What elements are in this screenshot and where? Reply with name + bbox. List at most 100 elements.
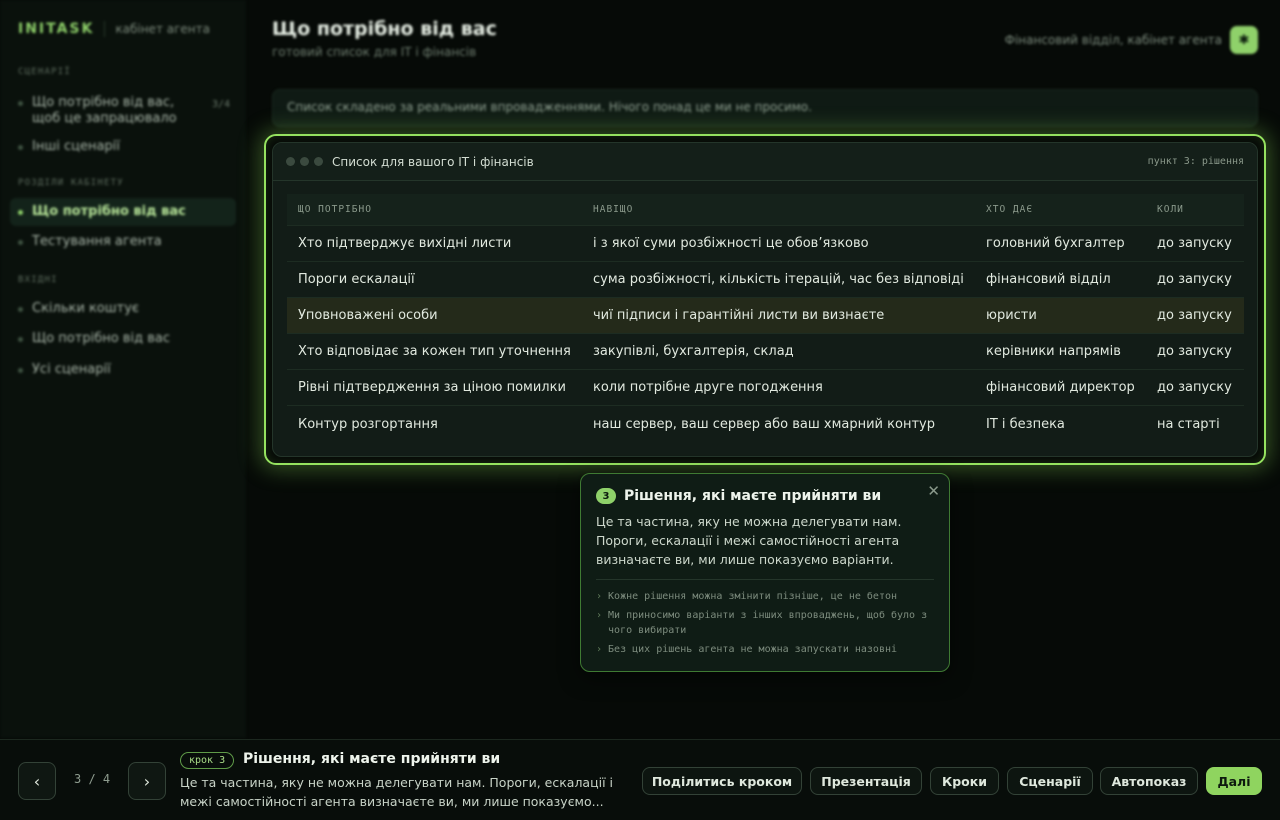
card-title: Список для вашого IT і фінансів <box>332 154 534 169</box>
tooltip-step-number: 3 <box>596 488 616 504</box>
sidebar-item-label: Усі сценарії <box>32 362 111 377</box>
card-header: Список для вашого IT і фінансів пункт 3:… <box>273 143 1257 181</box>
scenarios-button[interactable]: Сценарії <box>1007 767 1093 795</box>
cell-when: до запуску <box>1157 308 1232 323</box>
bullet-icon <box>18 145 23 150</box>
brand-subtitle: кабінет агента <box>115 22 210 36</box>
section-title-cabinet: РОЗДІЛИ КАБІНЕТУ <box>18 178 124 188</box>
presentation-button[interactable]: Презентація <box>810 767 922 795</box>
table-row: Контур розгортання наш сервер, ваш серве… <box>287 406 1244 442</box>
cell-when: на старті <box>1157 416 1220 432</box>
column-header-who: ХТО ДАЄ <box>986 204 1034 215</box>
brand-divider <box>104 21 106 37</box>
steps-button[interactable]: Кроки <box>930 767 999 795</box>
brand: INITASK кабінет агента <box>10 18 236 40</box>
column-header-why: НАВІЩО <box>593 204 634 215</box>
avatar[interactable]: ✱ <box>1230 26 1258 54</box>
table-row: Рівні підтвердження за ціною помилки кол… <box>287 370 1244 406</box>
tooltip-divider <box>596 579 934 580</box>
autoplay-button[interactable]: Автопоказ <box>1100 767 1198 795</box>
sidebar-item-label: Що потрібно від вас, щоб це запрацювало <box>32 95 177 126</box>
window-dot-icon <box>286 157 295 166</box>
chevron-right-icon: › <box>143 771 151 791</box>
bullet-text: Ми приносимо варіанти з інших впроваджен… <box>608 610 928 636</box>
header-right: Фінансовий відділ, кабінет агента ✱ <box>1005 26 1258 54</box>
window-dot-icon <box>300 157 309 166</box>
cell-what: Пороги ескалації <box>298 272 415 287</box>
tooltip-header: 3 Рішення, які маєте прийняти ви <box>596 488 934 504</box>
cell-why: і з якої суми розбіжності це обов’язково <box>593 236 869 251</box>
sidebar: INITASK кабінет агента СЦЕНАРІЇ Що потрі… <box>0 0 246 738</box>
bullet-icon <box>18 337 23 342</box>
next-button[interactable]: Далі <box>1206 767 1262 795</box>
page-header: Що потрібно від вас готовий список для I… <box>272 18 1258 62</box>
cell-who: IT і безпека <box>986 416 1065 432</box>
sidebar-item-all-scenarios[interactable]: Усі сценарії <box>10 362 236 378</box>
tooltip-title: Рішення, які маєте прийняти ви <box>624 488 882 504</box>
cell-who: керівники напрямів <box>986 344 1121 359</box>
close-icon[interactable]: ✕ <box>927 482 940 500</box>
table-row: Пороги ескалації сума розбіжності, кільк… <box>287 262 1244 298</box>
table-row: Хто підтверджує вихідні листи і з якої с… <box>287 226 1244 262</box>
tour-tooltip: 3 Рішення, які маєте прийняти ви ✕ Це та… <box>580 473 950 672</box>
cell-who: юристи <box>986 308 1037 323</box>
cell-why: закупівлі, бухгалтерія, склад <box>593 344 794 359</box>
chevron-right-icon: › <box>596 591 603 602</box>
step-pager: 3 / 4 <box>74 772 111 786</box>
brand-logo: INITASK <box>18 21 95 37</box>
tooltip-body: Це та частина, яку не можна делегувати н… <box>596 514 902 567</box>
list-item: › Кожне рішення можна змінити пізніше, це… <box>596 589 934 604</box>
sidebar-item-label: Що потрібно від вас <box>32 331 170 346</box>
window-dots <box>286 157 323 166</box>
cell-who: фінансовий директор <box>986 380 1135 395</box>
cell-what: Хто відповідає за кожен тип уточнення <box>298 344 571 359</box>
bullet-icon <box>18 101 23 106</box>
cell-who: головний бухгалтер <box>986 236 1125 251</box>
chevron-right-icon: › <box>596 644 603 655</box>
table-header-row: ЩО ПОТРІБНО НАВІЩО ХТО ДАЄ КОЛИ <box>287 194 1244 226</box>
next-arrow-button[interactable]: › <box>128 762 166 800</box>
sidebar-item-pricing[interactable]: Скільки коштує <box>10 301 236 317</box>
info-notice: Список складено за реальними впровадженн… <box>272 89 1258 127</box>
table-row: Хто відповідає за кожен тип уточнення за… <box>287 334 1244 370</box>
sidebar-item-label: Що потрібно від вас <box>32 204 186 219</box>
sidebar-item-agent-testing[interactable]: Тестування агента <box>10 234 236 250</box>
requirements-table: ЩО ПОТРІБНО НАВІЩО ХТО ДАЄ КОЛИ Хто підт… <box>287 194 1244 442</box>
prev-button[interactable]: ‹ <box>18 762 56 800</box>
section-title-inbox: ВХІДНІ <box>18 275 58 285</box>
step-description: Це та частина, яку не можна делегувати н… <box>180 775 613 809</box>
cell-what: Хто підтверджує вихідні листи <box>298 236 512 251</box>
cell-when: до запуску <box>1157 236 1232 251</box>
bullet-text: Кожне рішення можна змінити пізніше, це … <box>608 591 898 602</box>
cell-what: Контур розгортання <box>298 416 438 432</box>
requirements-card: Список для вашого IT і фінансів пункт 3:… <box>272 142 1258 457</box>
sidebar-item-what-needed[interactable]: Що потрібно від вас <box>10 198 236 226</box>
sidebar-item-what-needed-scenario[interactable]: Що потрібно від вас, щоб це запрацювало … <box>10 95 236 127</box>
cell-what: Рівні підтвердження за ціною помилки <box>298 380 566 395</box>
bullet-icon <box>18 368 23 373</box>
cell-why: наш сервер, ваш сервер або ваш хмарний к… <box>593 416 935 432</box>
sidebar-item-label: Тестування агента <box>32 234 162 249</box>
cell-when: до запуску <box>1157 380 1232 395</box>
bullet-icon <box>18 240 23 245</box>
bullet-icon <box>18 209 23 215</box>
step-title: Рішення, які маєте прийняти ви <box>243 751 501 767</box>
sidebar-item-what-needed-inbox[interactable]: Що потрібно від вас <box>10 331 236 347</box>
step-badge: крок 3 <box>180 752 235 769</box>
tooltip-bullets: › Кожне рішення можна змінити пізніше, це… <box>596 589 934 657</box>
cell-who: фінансовий відділ <box>986 272 1111 287</box>
cell-what: Уповноважені особи <box>298 308 438 323</box>
list-item: › Без цих рішень агента не можна запускат… <box>596 642 934 657</box>
sidebar-item-label: Скільки коштує <box>32 301 140 316</box>
cell-when: до запуску <box>1157 344 1232 359</box>
sidebar-item-count: 3/4 <box>211 99 230 110</box>
share-step-button[interactable]: Поділитись кроком <box>642 767 802 795</box>
card-step-label: пункт 3: рішення <box>1147 156 1244 167</box>
list-item: › Ми приносимо варіанти з інших впровадже… <box>596 608 934 638</box>
tour-footer: ‹ 3 / 4 › крок 3 Рішення, які маєте прий… <box>0 739 1280 820</box>
cell-when: до запуску <box>1157 272 1232 287</box>
sidebar-item-other-scenarios[interactable]: Інші сценарії <box>10 139 236 155</box>
header-context: Фінансовий відділ, кабінет агента <box>1004 33 1222 47</box>
window-dot-icon <box>314 157 323 166</box>
cell-why: сума розбіжності, кількість ітерацій, ча… <box>593 272 964 287</box>
